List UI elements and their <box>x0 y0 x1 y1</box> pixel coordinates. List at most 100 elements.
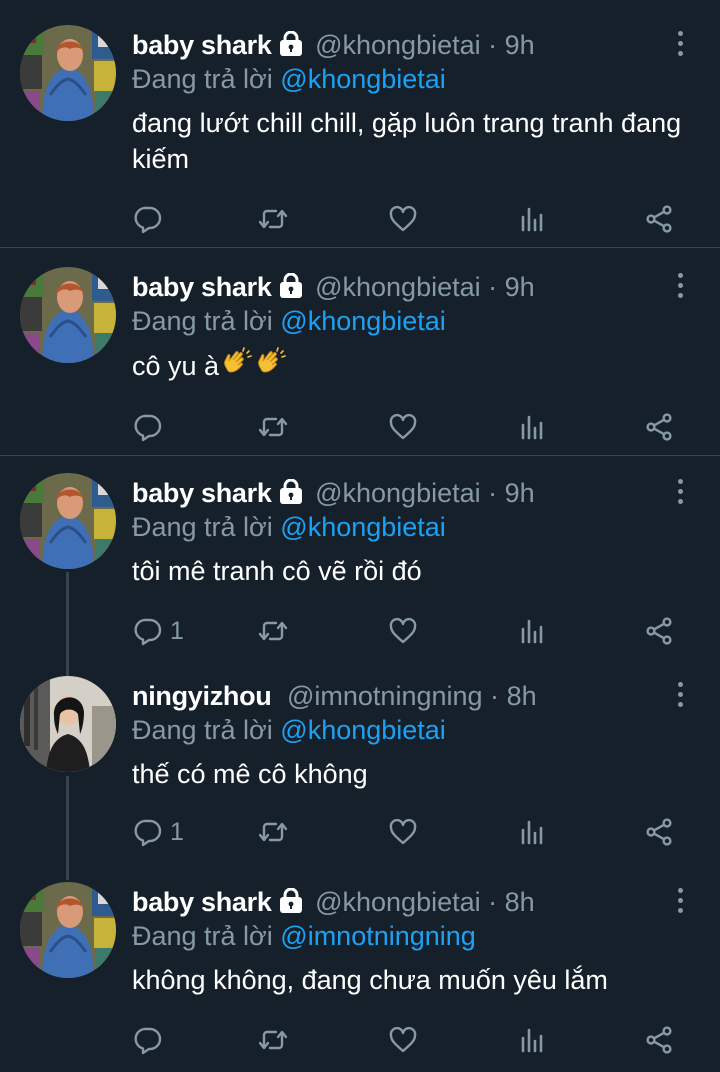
bar-chart-icon <box>518 204 548 234</box>
share-button[interactable] <box>644 407 674 447</box>
reply-button[interactable]: 1 <box>132 812 184 852</box>
tweet-text: đang lướt chill chill, gặp luôn trang tr… <box>132 108 682 174</box>
tweet-header: baby shark @khongbietai · 9h <box>132 25 535 65</box>
avatar[interactable] <box>20 267 116 363</box>
share-button[interactable] <box>644 199 674 239</box>
heart-icon <box>388 1025 418 1055</box>
tweet-text: tôi mê tranh cô vẽ rồi đó <box>132 556 422 586</box>
display-name[interactable]: baby shark <box>132 887 272 917</box>
tweet-text-row: cô yu à <box>132 347 692 390</box>
reply-button[interactable] <box>132 407 170 447</box>
bar-chart-icon <box>518 412 548 442</box>
analytics-button[interactable] <box>518 611 548 651</box>
reply-context: Đang trả lời @khongbietai <box>132 509 446 545</box>
retweet-button[interactable] <box>258 407 288 447</box>
bar-chart-icon <box>518 616 548 646</box>
timestamp[interactable]: 9h <box>505 478 535 508</box>
timestamp[interactable]: 8h <box>507 681 537 711</box>
reply-prefix: Đang trả lời <box>132 921 273 951</box>
retweet-button[interactable] <box>258 199 288 239</box>
action-bar: 1 <box>132 611 692 651</box>
retweet-icon <box>258 817 288 847</box>
reply-prefix: Đang trả lời <box>132 64 273 94</box>
analytics-button[interactable] <box>518 407 548 447</box>
reply-mention[interactable]: @khongbietai <box>280 715 446 745</box>
retweet-icon <box>258 616 288 646</box>
vertical-dots-icon[interactable] <box>670 682 690 716</box>
user-handle[interactable]: @khongbietai <box>315 478 481 508</box>
share-icon <box>644 204 674 234</box>
action-bar <box>132 1020 692 1060</box>
separator-dot: · <box>490 681 500 711</box>
reply-button[interactable] <box>132 199 170 239</box>
tweet[interactable]: baby shark @khongbietai · 9h Đang trả lờ… <box>0 25 720 245</box>
reply-context: Đang trả lời @imnotningning <box>132 918 476 954</box>
display-name[interactable]: baby shark <box>132 272 272 302</box>
reply-prefix: Đang trả lời <box>132 306 273 336</box>
reply-count: 1 <box>170 616 184 645</box>
vertical-dots-icon[interactable] <box>670 273 690 307</box>
bar-chart-icon <box>518 1025 548 1055</box>
share-button[interactable] <box>644 611 674 651</box>
like-button[interactable] <box>388 812 418 852</box>
vertical-dots-icon[interactable] <box>670 31 690 65</box>
separator-dot: · <box>488 478 498 508</box>
reply-button[interactable]: 1 <box>132 611 184 651</box>
bar-chart-icon <box>518 817 548 847</box>
reply-mention[interactable]: @imnotningning <box>280 921 476 951</box>
like-button[interactable] <box>388 1020 418 1060</box>
reply-context: Đang trả lời @khongbietai <box>132 61 446 97</box>
share-button[interactable] <box>644 812 674 852</box>
timestamp[interactable]: 9h <box>505 30 535 60</box>
like-button[interactable] <box>388 407 418 447</box>
timestamp[interactable]: 8h <box>505 887 535 917</box>
like-button[interactable] <box>388 199 418 239</box>
vertical-dots-icon[interactable] <box>670 888 690 922</box>
user-handle[interactable]: @imnotningning <box>287 681 483 711</box>
tweet[interactable]: baby shark @khongbietai · 8h Đang trả lờ… <box>0 882 720 1072</box>
like-button[interactable] <box>388 611 418 651</box>
comment-bubble-icon <box>132 1025 162 1055</box>
avatar[interactable] <box>20 676 116 772</box>
analytics-button[interactable] <box>518 812 548 852</box>
tweet-header: baby shark @khongbietai · 9h <box>132 473 535 513</box>
avatar[interactable] <box>20 473 116 569</box>
share-button[interactable] <box>644 1020 674 1060</box>
retweet-button[interactable] <box>258 812 288 852</box>
avatar[interactable] <box>20 25 116 121</box>
comment-bubble-icon <box>132 817 162 847</box>
vertical-dots-icon[interactable] <box>670 479 690 513</box>
action-bar: 1 <box>132 812 692 852</box>
tweet-text: không không, đang chưa muốn yêu lắm <box>132 965 608 995</box>
user-handle[interactable]: @khongbietai <box>315 272 481 302</box>
clapping-hands-emoji <box>253 347 287 390</box>
heart-icon <box>388 616 418 646</box>
analytics-button[interactable] <box>518 1020 548 1060</box>
retweet-icon <box>258 412 288 442</box>
tweet-text: cô yu à <box>132 351 220 381</box>
analytics-button[interactable] <box>518 199 548 239</box>
reply-button[interactable] <box>132 1020 170 1060</box>
tweet[interactable]: ningyizhou @imnotningning · 8h Đang trả … <box>0 676 720 866</box>
user-handle[interactable]: @khongbietai <box>315 30 481 60</box>
retweet-button[interactable] <box>258 611 288 651</box>
reply-mention[interactable]: @khongbietai <box>280 306 446 336</box>
tweet-text: thế có mê cô không <box>132 759 368 789</box>
display-name[interactable]: baby shark <box>132 478 272 508</box>
display-name[interactable]: ningyizhou <box>132 681 272 711</box>
tweet[interactable]: baby shark @khongbietai · 9h Đang trả lờ… <box>0 473 720 663</box>
comment-bubble-icon <box>132 412 162 442</box>
avatar[interactable] <box>20 882 116 978</box>
tweet[interactable]: baby shark @khongbietai · 9h Đang trả lờ… <box>0 267 720 453</box>
reply-mention[interactable]: @khongbietai <box>280 64 446 94</box>
retweet-button[interactable] <box>258 1020 288 1060</box>
share-icon <box>644 412 674 442</box>
retweet-icon <box>258 204 288 234</box>
divider <box>0 247 720 248</box>
user-handle[interactable]: @khongbietai <box>315 887 481 917</box>
display-name[interactable]: baby shark <box>132 30 272 60</box>
share-icon <box>644 1025 674 1055</box>
timestamp[interactable]: 9h <box>505 272 535 302</box>
reply-mention[interactable]: @khongbietai <box>280 512 446 542</box>
heart-icon <box>388 204 418 234</box>
